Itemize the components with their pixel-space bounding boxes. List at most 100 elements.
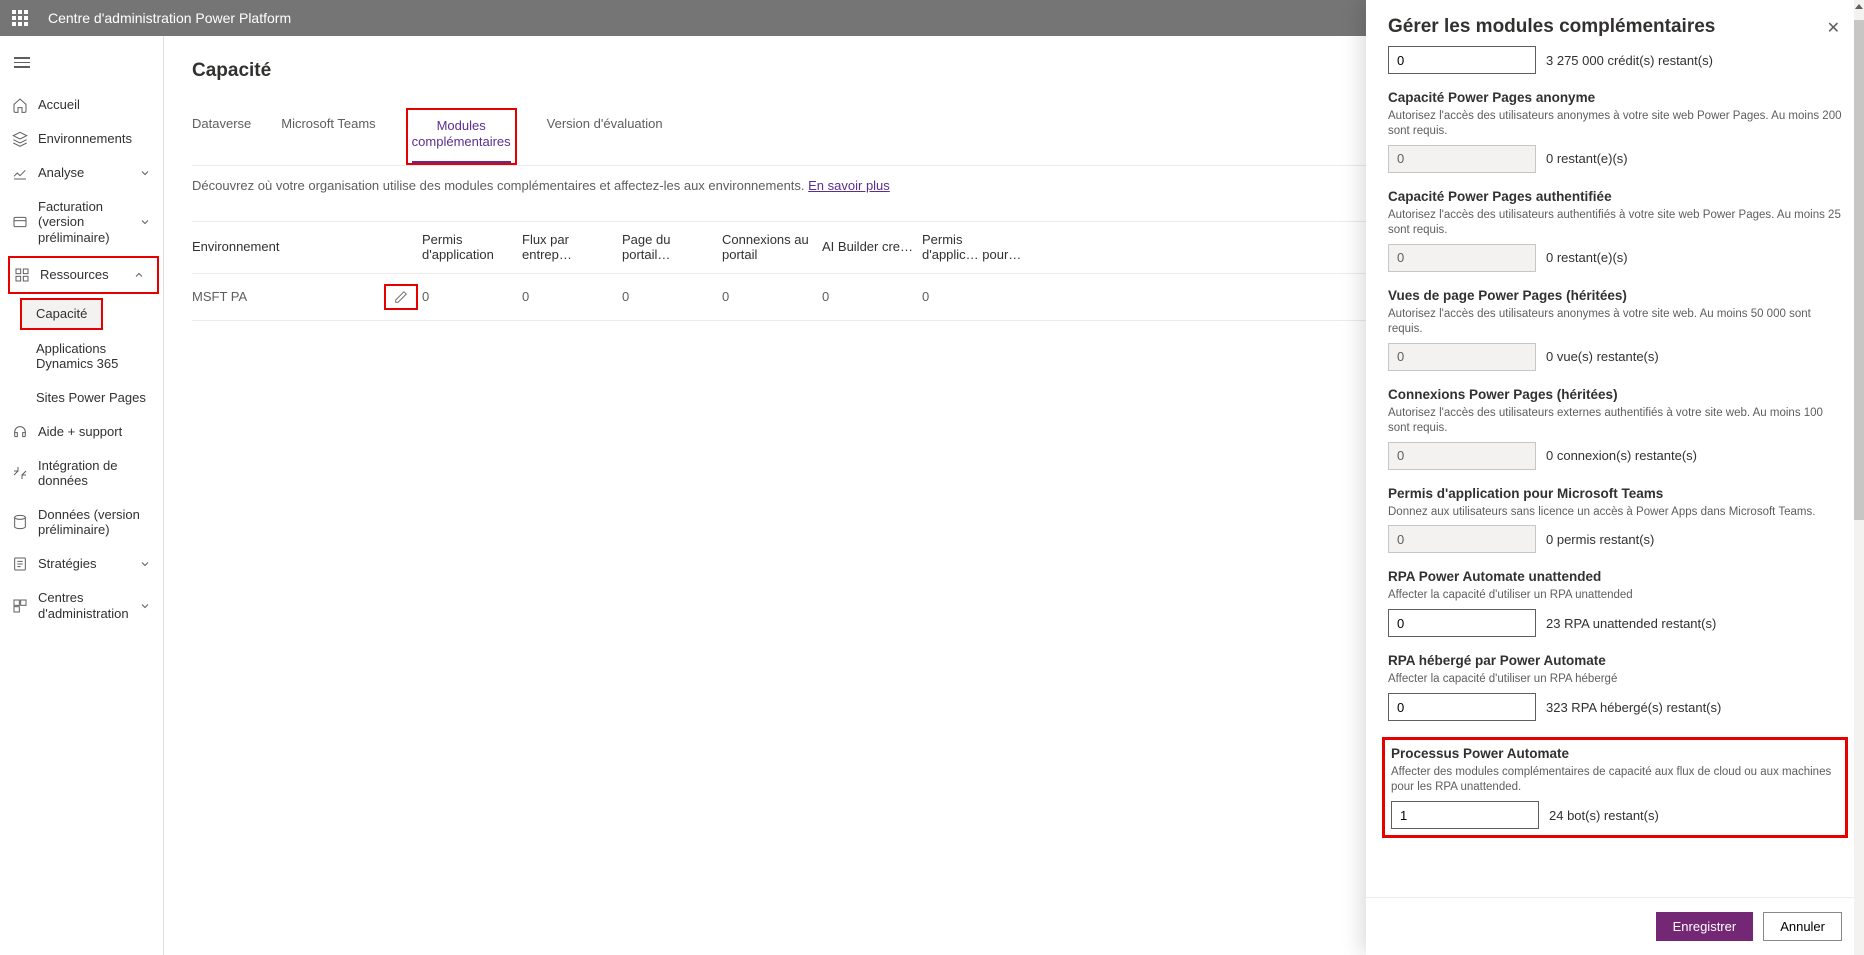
chart-icon [12, 165, 28, 181]
hamburger-menu[interactable] [0, 46, 163, 82]
cell-value: 0 [622, 289, 722, 304]
col-page: Page du portail… [622, 232, 722, 263]
nav-label: Analyse [38, 165, 129, 181]
col-permis: Permis d'application [422, 232, 522, 263]
panel-section: RPA Power Automate unattended Affecter la… [1388, 569, 1842, 637]
nav-label: Applications Dynamics 365 [36, 341, 151, 372]
nav-label: Sites Power Pages [36, 390, 151, 406]
panel-section: Permis d'application pour Microsoft Team… [1388, 486, 1842, 554]
cancel-button[interactable]: Annuler [1763, 912, 1842, 941]
section-desc: Autorisez l'accès des utilisateurs anony… [1388, 109, 1842, 139]
scrollbar-up-icon[interactable] [1855, 4, 1863, 9]
close-button[interactable]: ✕ [1825, 16, 1842, 40]
chevron-down-icon [139, 558, 151, 570]
tab-teams[interactable]: Microsoft Teams [281, 108, 375, 165]
capacity-input[interactable] [1388, 693, 1536, 721]
cell-value: 0 [922, 289, 1022, 304]
nav-centres[interactable]: Centres d'administration [0, 581, 163, 630]
remaining-text: 0 restant(e)(s) [1546, 250, 1628, 265]
nav-analyse[interactable]: Analyse [0, 156, 163, 190]
nav-donnees[interactable]: Données (version préliminaire) [0, 498, 163, 547]
admin-centers-icon [12, 598, 28, 614]
section-title: Permis d'application pour Microsoft Team… [1388, 486, 1842, 501]
section-desc: Affecter la capacité d'utiliser un RPA u… [1388, 588, 1842, 603]
remaining-text: 0 permis restant(s) [1546, 532, 1654, 547]
capacity-input [1388, 442, 1536, 470]
nav-ressources[interactable]: Ressources [10, 258, 157, 292]
section-desc: Affecter la capacité d'utiliser un RPA h… [1388, 672, 1842, 687]
section-desc: Autorisez l'accès des utilisateurs anony… [1388, 307, 1842, 337]
nav-label: Centres d'administration [38, 590, 129, 621]
nav-label: Stratégies [38, 556, 129, 572]
desc-text: Découvrez où votre organisation utilise … [192, 178, 808, 193]
tab-dataverse[interactable]: Dataverse [192, 108, 251, 165]
panel-header: Gérer les modules complémentaires ✕ [1366, 0, 1864, 46]
edit-button[interactable] [384, 284, 418, 310]
env-name: MSFT PA [192, 289, 247, 304]
capacity-input[interactable] [1388, 609, 1536, 637]
nav-aide[interactable]: Aide + support [0, 415, 163, 449]
remaining-text: 0 vue(s) restante(s) [1546, 349, 1659, 364]
section-desc: Autorisez l'accès des utilisateurs authe… [1388, 208, 1842, 238]
home-icon [12, 97, 28, 113]
chevron-up-icon [133, 269, 145, 281]
section-title: Connexions Power Pages (héritées) [1388, 387, 1842, 402]
nav-facturation[interactable]: Facturation (version préliminaire) [0, 190, 163, 255]
nav-capacite[interactable]: Capacité [22, 300, 101, 328]
app-launcher-icon[interactable] [12, 10, 28, 26]
billing-icon [12, 214, 28, 230]
panel-section: Capacité Power Pages authentifiée Autoris… [1388, 189, 1842, 272]
col-env: Environnement [192, 239, 422, 255]
integration-icon [12, 465, 28, 481]
capacity-input [1388, 145, 1536, 173]
panel-section: Processus Power Automate Affecter des mod… [1382, 737, 1848, 838]
col-ai: AI Builder cre… [822, 239, 922, 255]
remaining-text: 23 RPA unattended restant(s) [1546, 616, 1716, 631]
nav-accueil[interactable]: Accueil [0, 88, 163, 122]
col-connexions: Connexions au portail [722, 232, 822, 263]
section-title: Capacité Power Pages authentifiée [1388, 189, 1842, 204]
capacity-input[interactable] [1388, 46, 1536, 74]
learn-more-link[interactable]: En savoir plus [808, 178, 890, 193]
section-desc: Autorisez l'accès des utilisateurs exter… [1388, 406, 1842, 436]
tab-evaluation[interactable]: Version d'évaluation [547, 108, 663, 165]
chevron-down-icon [139, 216, 151, 228]
nav-label: Ressources [40, 267, 123, 283]
panel-section: Connexions Power Pages (héritées) Autoris… [1388, 387, 1842, 470]
capacity-input [1388, 525, 1536, 553]
remaining-text: 323 RPA hébergé(s) restant(s) [1546, 700, 1721, 715]
col-permis2: Permis d'applic… pour… [922, 232, 1022, 263]
nav-strategies[interactable]: Stratégies [0, 547, 163, 581]
capacity-input[interactable] [1391, 801, 1539, 829]
nav-integration[interactable]: Intégration de données [0, 449, 163, 498]
section-title: RPA hébergé par Power Automate [1388, 653, 1842, 668]
chevron-down-icon [139, 167, 151, 179]
panel-section: Capacité Power Pages anonyme Autorisez l'… [1388, 90, 1842, 173]
section-title: Processus Power Automate [1391, 746, 1839, 761]
panel-section: RPA hébergé par Power Automate Affecter l… [1388, 653, 1842, 721]
policy-icon [12, 556, 28, 572]
layers-icon [12, 131, 28, 147]
nav-label: Aide + support [38, 424, 151, 440]
scrollbar[interactable] [1854, 0, 1864, 955]
remaining-text: 0 restant(e)(s) [1546, 151, 1628, 166]
save-button[interactable]: Enregistrer [1656, 912, 1754, 941]
capacity-input [1388, 244, 1536, 272]
nav-dynamics365[interactable]: Applications Dynamics 365 [0, 332, 163, 381]
cell-value: 0 [822, 289, 922, 304]
scrollbar-thumb[interactable] [1854, 20, 1864, 520]
panel-footer: Enregistrer Annuler [1366, 897, 1864, 955]
nav-environnements[interactable]: Environnements [0, 122, 163, 156]
remaining-text: 24 bot(s) restant(s) [1549, 808, 1659, 823]
section-desc: Affecter des modules complémentaires de … [1391, 765, 1839, 795]
nav-powerpages[interactable]: Sites Power Pages [0, 381, 163, 415]
remaining-text: 3 275 000 crédit(s) restant(s) [1546, 53, 1713, 68]
nav-label: Capacité [36, 306, 87, 322]
panel-body: 3 275 000 crédit(s) restant(s) Capacité P… [1366, 46, 1864, 897]
cell-value: 0 [722, 289, 822, 304]
section-title: Vues de page Power Pages (héritées) [1388, 288, 1842, 303]
section-title: RPA Power Automate unattended [1388, 569, 1842, 584]
section-title: Capacité Power Pages anonyme [1388, 90, 1842, 105]
nav-label: Environnements [38, 131, 151, 147]
tab-modules[interactable]: Modules complémentaires [412, 110, 511, 163]
